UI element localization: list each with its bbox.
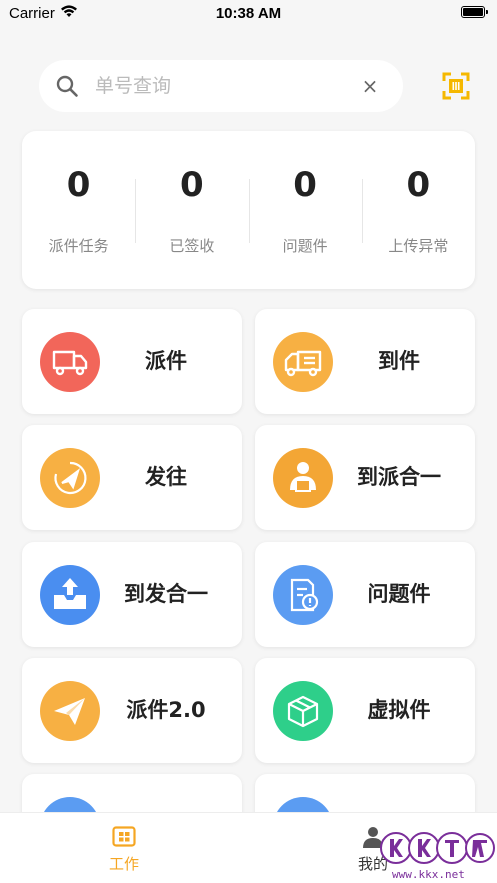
upload-tray-icon bbox=[40, 565, 100, 625]
tile-label: 发往 bbox=[145, 465, 187, 489]
tile-label: 到派合一 bbox=[357, 465, 441, 489]
stat-dispatch-tasks[interactable]: 0 派件任务 bbox=[22, 131, 135, 289]
stat-value: 0 bbox=[406, 165, 431, 205]
stat-label: 派件任务 bbox=[48, 237, 109, 255]
battery-icon bbox=[461, 6, 488, 18]
search-input[interactable] bbox=[95, 72, 345, 100]
clear-icon[interactable]: × bbox=[357, 73, 383, 99]
clock: 10:38 AM bbox=[215, 5, 282, 22]
stat-signed[interactable]: 0 已签收 bbox=[135, 131, 248, 289]
tile-arrive-send[interactable]: 到发合一 bbox=[22, 542, 242, 647]
grid-icon bbox=[112, 826, 136, 847]
tile-virtual[interactable]: 虚拟件 bbox=[255, 658, 475, 763]
tab-label: 工作 bbox=[108, 855, 139, 873]
problem-document-icon bbox=[273, 565, 333, 625]
stat-upload-errors[interactable]: 0 上传异常 bbox=[361, 131, 475, 289]
tile-label: 派件 bbox=[145, 349, 187, 373]
stat-value: 0 bbox=[180, 165, 204, 205]
tile-arrive-dispatch[interactable]: 到派合一 bbox=[255, 425, 475, 530]
virtual-box-icon bbox=[273, 681, 333, 741]
status-bar: Carrier 10:38 AM bbox=[0, 0, 497, 26]
tile-send-to[interactable]: 发往 bbox=[22, 425, 242, 530]
stat-label: 已签收 bbox=[169, 237, 215, 255]
send-compass-icon bbox=[40, 448, 100, 508]
stat-label: 上传异常 bbox=[388, 237, 449, 255]
search-icon bbox=[56, 75, 78, 97]
tile-dispatch[interactable]: 派件 bbox=[22, 309, 242, 414]
scan-barcode-icon[interactable] bbox=[442, 72, 470, 100]
tile-dispatch-v2[interactable]: 派件2.0 bbox=[22, 658, 242, 763]
watermark-site: www.kkx.net bbox=[392, 868, 465, 881]
tile-arrival[interactable]: 到件 bbox=[255, 309, 475, 414]
delivery-truck-icon bbox=[40, 332, 100, 392]
arrival-truck-icon bbox=[273, 332, 333, 392]
tile-label: 问题件 bbox=[367, 582, 431, 606]
stat-problem[interactable]: 0 问题件 bbox=[248, 131, 362, 289]
tile-label: 派件2.0 bbox=[126, 698, 206, 722]
tile-label: 到件 bbox=[378, 349, 420, 373]
tab-work[interactable]: 工作 bbox=[0, 813, 248, 883]
courier-package-icon bbox=[273, 448, 333, 508]
stats-card: 0 派件任务 0 已签收 0 问题件 0 上传异常 bbox=[22, 131, 475, 289]
stat-label: 问题件 bbox=[282, 237, 328, 255]
tile-label: 到发合一 bbox=[124, 582, 208, 606]
stat-value: 0 bbox=[66, 165, 91, 205]
paper-plane-icon bbox=[40, 681, 100, 741]
stat-value: 0 bbox=[293, 165, 317, 205]
search-box[interactable]: × bbox=[39, 60, 403, 112]
tile-label: 虚拟件 bbox=[367, 698, 431, 722]
tile-problem[interactable]: 问题件 bbox=[255, 542, 475, 647]
